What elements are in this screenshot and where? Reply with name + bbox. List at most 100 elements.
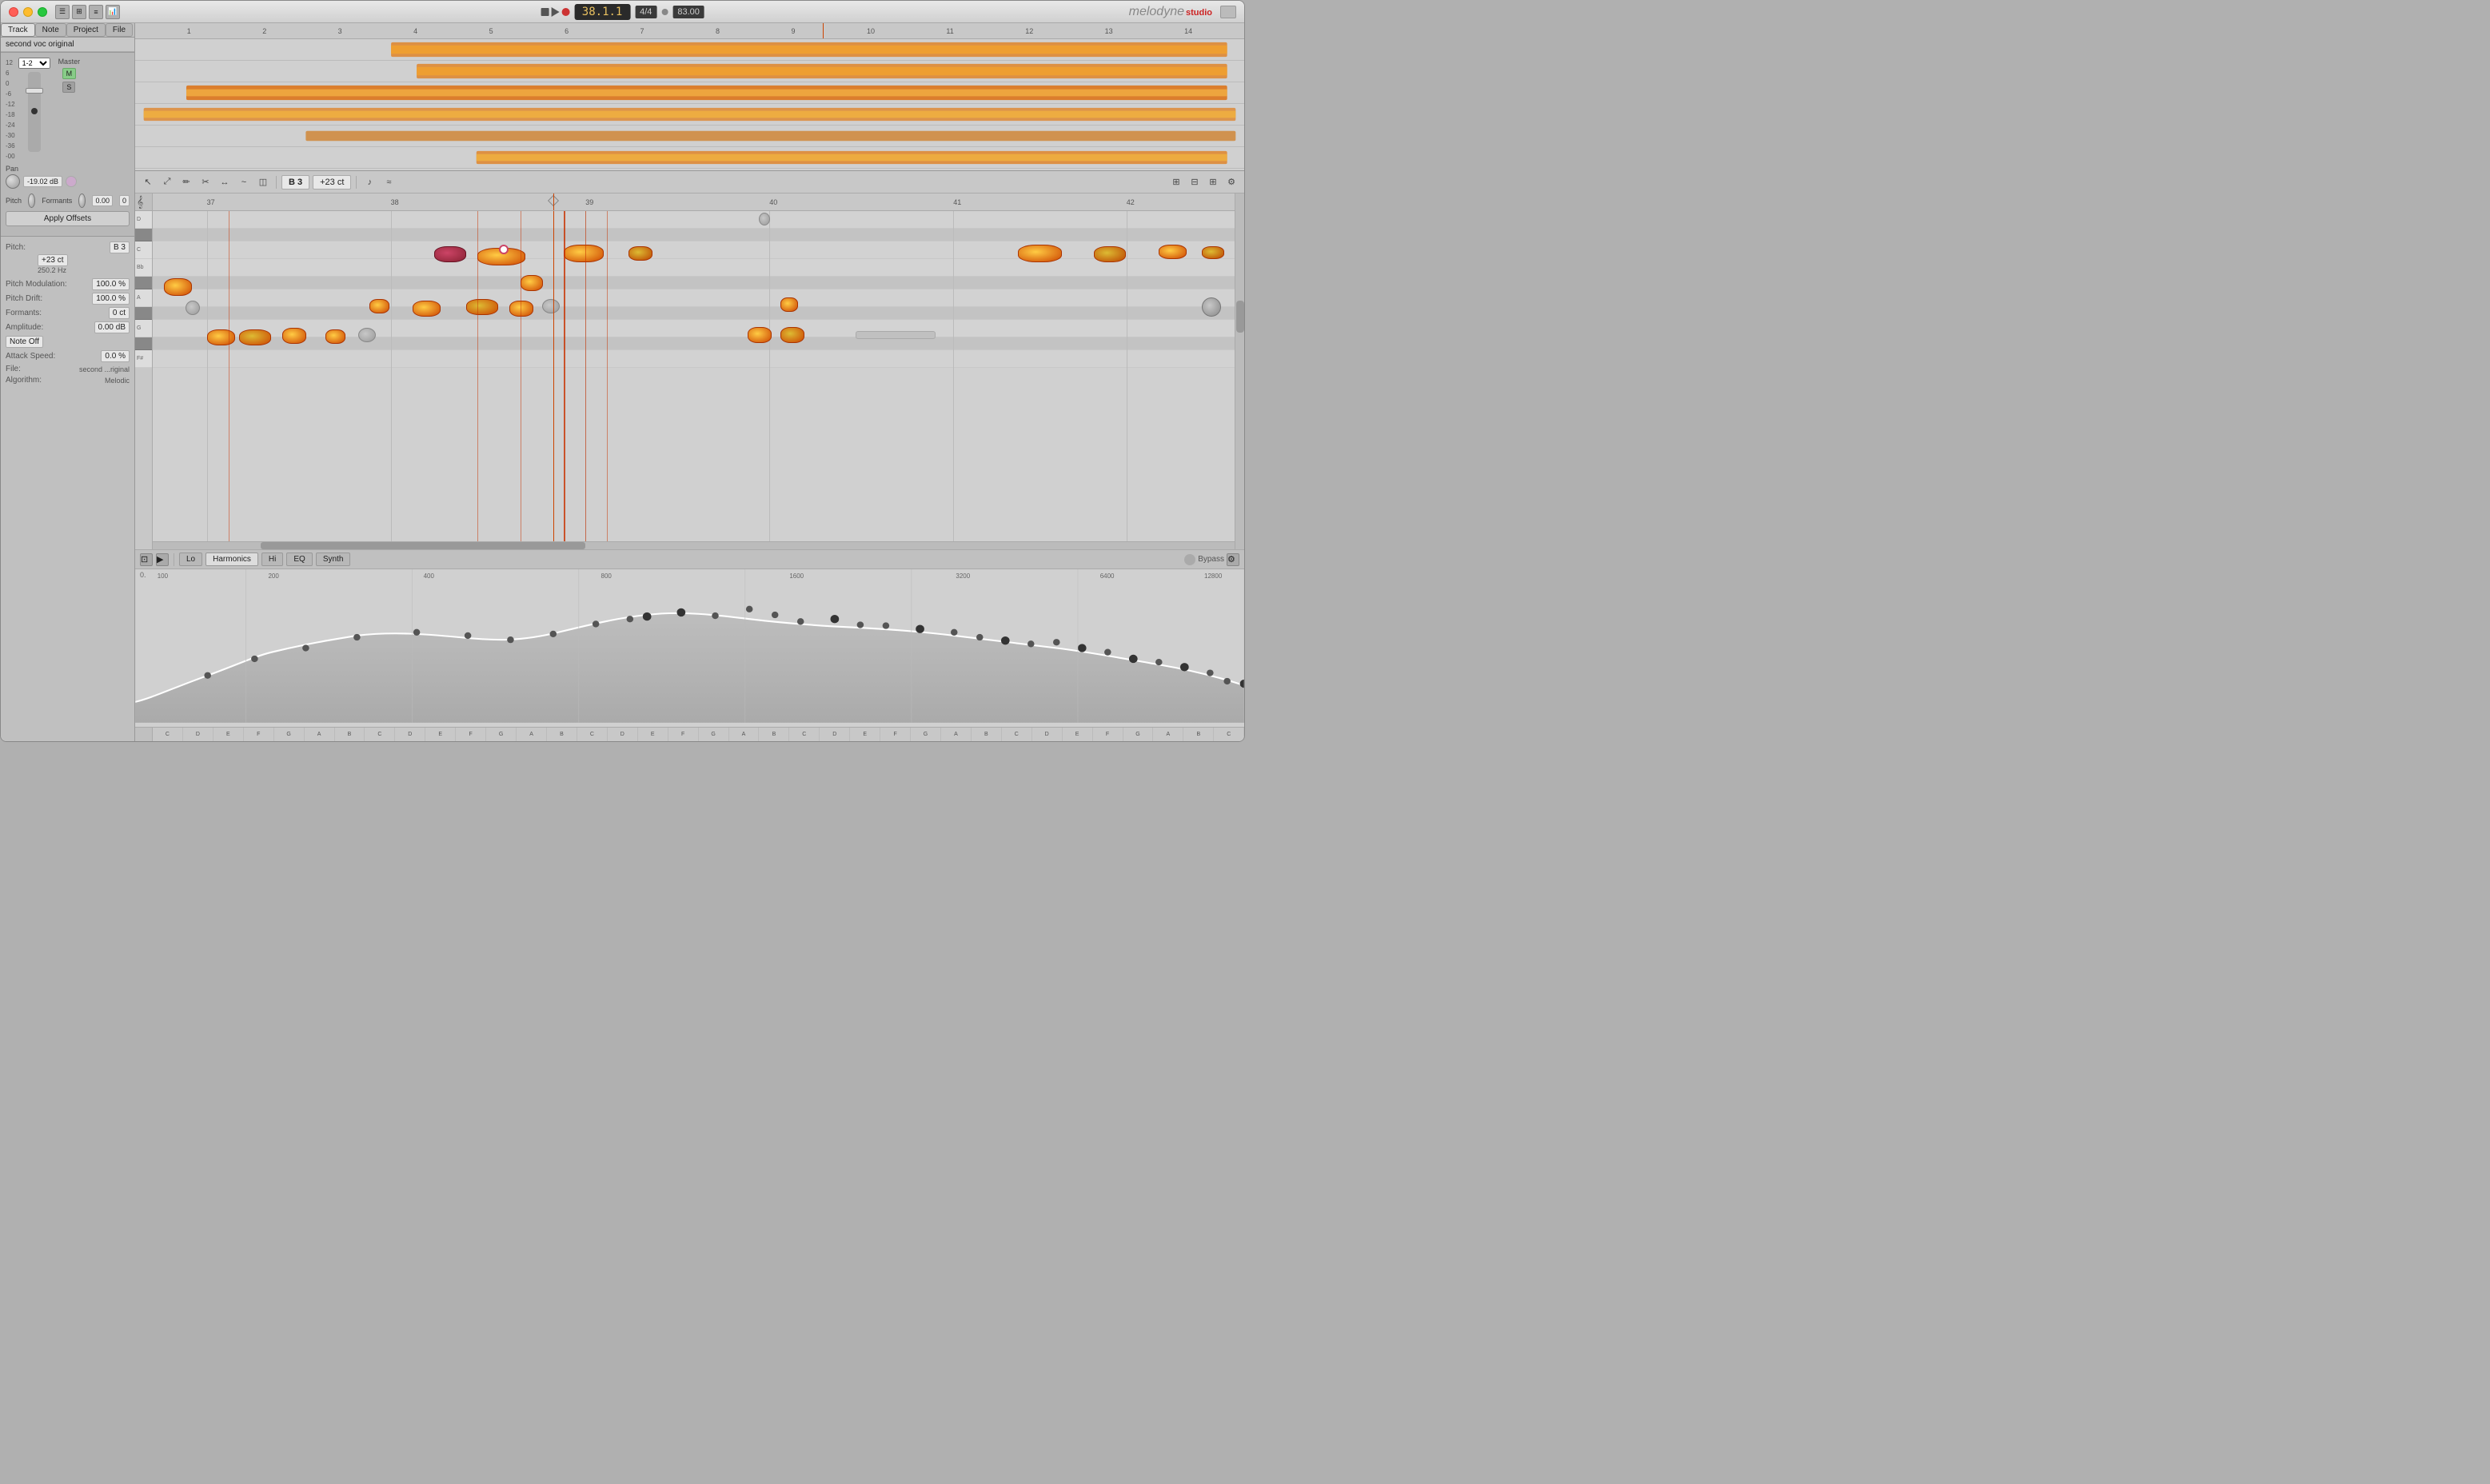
note-blob-g4[interactable]: [325, 329, 345, 344]
formants-knob[interactable]: [78, 193, 86, 208]
current-track-label: second voc original: [1, 38, 134, 52]
note-blob-c3[interactable]: [564, 245, 604, 262]
note-blob-a4[interactable]: [466, 299, 498, 315]
bypass-indicator[interactable]: [1184, 554, 1195, 565]
zoom-in[interactable]: ⊞: [1168, 174, 1184, 190]
h-scroll-thumb[interactable]: [261, 542, 585, 549]
fader-group: 1-2: [18, 58, 50, 162]
tune-btn[interactable]: ♪: [361, 174, 377, 190]
note-blob-g2[interactable]: [239, 329, 271, 345]
spectrum-area: ⊡ ▶ Lo Harmonics Hi EQ Synth Bypass ⚙: [135, 549, 1244, 741]
playhead-note-area: [553, 211, 554, 541]
mix-btn[interactable]: [66, 176, 77, 187]
note-canvas[interactable]: [153, 211, 1235, 541]
note-blob-g3[interactable]: [282, 328, 306, 344]
waveform-6[interactable]: [135, 147, 1244, 168]
note-blob-a-gray[interactable]: [1202, 297, 1221, 317]
note-blob-g6[interactable]: [748, 327, 772, 343]
toolbar-icon-1[interactable]: ☰: [55, 5, 70, 19]
note-blob-1[interactable]: [759, 213, 770, 225]
note-blob-c7[interactable]: [1159, 245, 1187, 259]
v-scrollbar[interactable]: [1235, 193, 1244, 549]
scissors-tool[interactable]: ✂: [198, 174, 213, 190]
h-scrollbar-notes[interactable]: [153, 541, 1235, 549]
waveform-1[interactable]: [135, 39, 1244, 60]
tab-note[interactable]: Note: [35, 23, 66, 37]
note-blob-c4[interactable]: [628, 246, 652, 261]
v-scroll-thumb[interactable]: [1236, 301, 1244, 333]
pitch-knob[interactable]: [28, 193, 35, 208]
sustain-bar-g[interactable]: [856, 331, 936, 339]
master-s-btn[interactable]: S: [62, 82, 75, 93]
key-label: D: [820, 728, 850, 741]
zoom-out[interactable]: ⊟: [1187, 174, 1203, 190]
waveform-5[interactable]: [135, 126, 1244, 146]
note-blob-g5[interactable]: [358, 328, 376, 342]
waveform-2[interactable]: [135, 61, 1244, 82]
maximize-btn[interactable]: [38, 7, 47, 17]
note-blob-c6[interactable]: [1094, 246, 1126, 262]
spectrum-tab-lo[interactable]: Lo: [179, 553, 202, 566]
note-blob-bb2[interactable]: [521, 275, 543, 291]
settings-icon[interactable]: ⚙: [1223, 174, 1239, 190]
note-blob-c1[interactable]: [434, 246, 466, 262]
tab-file[interactable]: File: [106, 23, 133, 37]
toolbar-icon-3[interactable]: ≡: [89, 5, 103, 19]
pitch-hz-row: 250.2 Hz: [38, 266, 130, 275]
pan-knob[interactable]: [6, 174, 20, 189]
mixer-panel: 1260-6-12-18-24-30-36-00 1-2: [1, 52, 134, 236]
note-blob-g7[interactable]: [780, 327, 804, 343]
waveform-3[interactable]: [135, 82, 1244, 103]
waveform-4[interactable]: [135, 104, 1244, 125]
level-btn[interactable]: ≈: [381, 174, 397, 190]
note-blob-a6[interactable]: [542, 299, 560, 313]
key-label: A: [517, 728, 547, 741]
spectrum-settings[interactable]: ⚙: [1227, 553, 1239, 566]
level-tool[interactable]: ◫: [255, 174, 271, 190]
select-tool[interactable]: ⤢: [159, 174, 175, 190]
app-logo: melodyne studio: [1129, 5, 1212, 19]
play-btn[interactable]: [551, 7, 559, 17]
spectrum-tab-eq[interactable]: EQ: [286, 553, 312, 566]
bypass-label[interactable]: Bypass: [1198, 555, 1224, 564]
note-blob-a5[interactable]: [509, 301, 533, 317]
note-blob-a3[interactable]: [413, 301, 441, 317]
toolbar-icon-4[interactable]: 📊: [106, 5, 120, 19]
piano-key-g: G: [135, 320, 152, 337]
spectrum-tab-synth[interactable]: Synth: [316, 553, 351, 566]
note-blob-c5[interactable]: [1018, 245, 1062, 262]
apply-offsets-btn[interactable]: Apply Offsets: [6, 211, 130, 226]
grid-view[interactable]: ⊞: [1205, 174, 1221, 190]
ruler: 1 2 3 4 5 6 7 8 9 10 11 12 13: [135, 23, 1244, 39]
panel-toggle[interactable]: [1220, 6, 1236, 18]
minimize-btn[interactable]: [23, 7, 33, 17]
note-blob-a1[interactable]: [186, 301, 200, 315]
tab-project[interactable]: Project: [66, 23, 106, 37]
note-blob-bb1[interactable]: [164, 278, 192, 296]
tab-track[interactable]: Track: [1, 23, 35, 37]
spectrum-icon[interactable]: ⊡: [140, 553, 153, 566]
key-label: G: [274, 728, 305, 741]
stop-btn[interactable]: [541, 8, 549, 16]
note-blob-a7[interactable]: [780, 297, 798, 312]
note-blob-a2[interactable]: [369, 299, 389, 313]
record-btn[interactable]: [561, 8, 569, 16]
pitch-drift-row: Pitch Drift: 100.0 %: [6, 293, 130, 305]
spectrum-tab-hi[interactable]: Hi: [261, 553, 283, 566]
piano-key-gb: [135, 337, 152, 350]
note-blob-g1[interactable]: [207, 329, 235, 345]
piano-key-b: Bb: [135, 259, 152, 277]
fader-select[interactable]: 1-2: [18, 58, 50, 69]
toolbar-icon-2[interactable]: ⊞: [72, 5, 86, 19]
arrow-tool[interactable]: ↖: [140, 174, 156, 190]
spectrum-tab-harmonics[interactable]: Harmonics: [206, 553, 258, 566]
fader-handle[interactable]: [26, 88, 43, 94]
pitch-tool[interactable]: ~: [236, 174, 252, 190]
master-m-btn[interactable]: M: [62, 68, 77, 79]
tempo-knob[interactable]: [661, 9, 668, 15]
note-blob-c8[interactable]: [1202, 246, 1224, 259]
close-btn[interactable]: [9, 7, 18, 17]
stretch-tool[interactable]: ↔: [217, 174, 233, 190]
spectrum-play[interactable]: ▶: [156, 553, 169, 566]
pencil-tool[interactable]: ✏: [178, 174, 194, 190]
